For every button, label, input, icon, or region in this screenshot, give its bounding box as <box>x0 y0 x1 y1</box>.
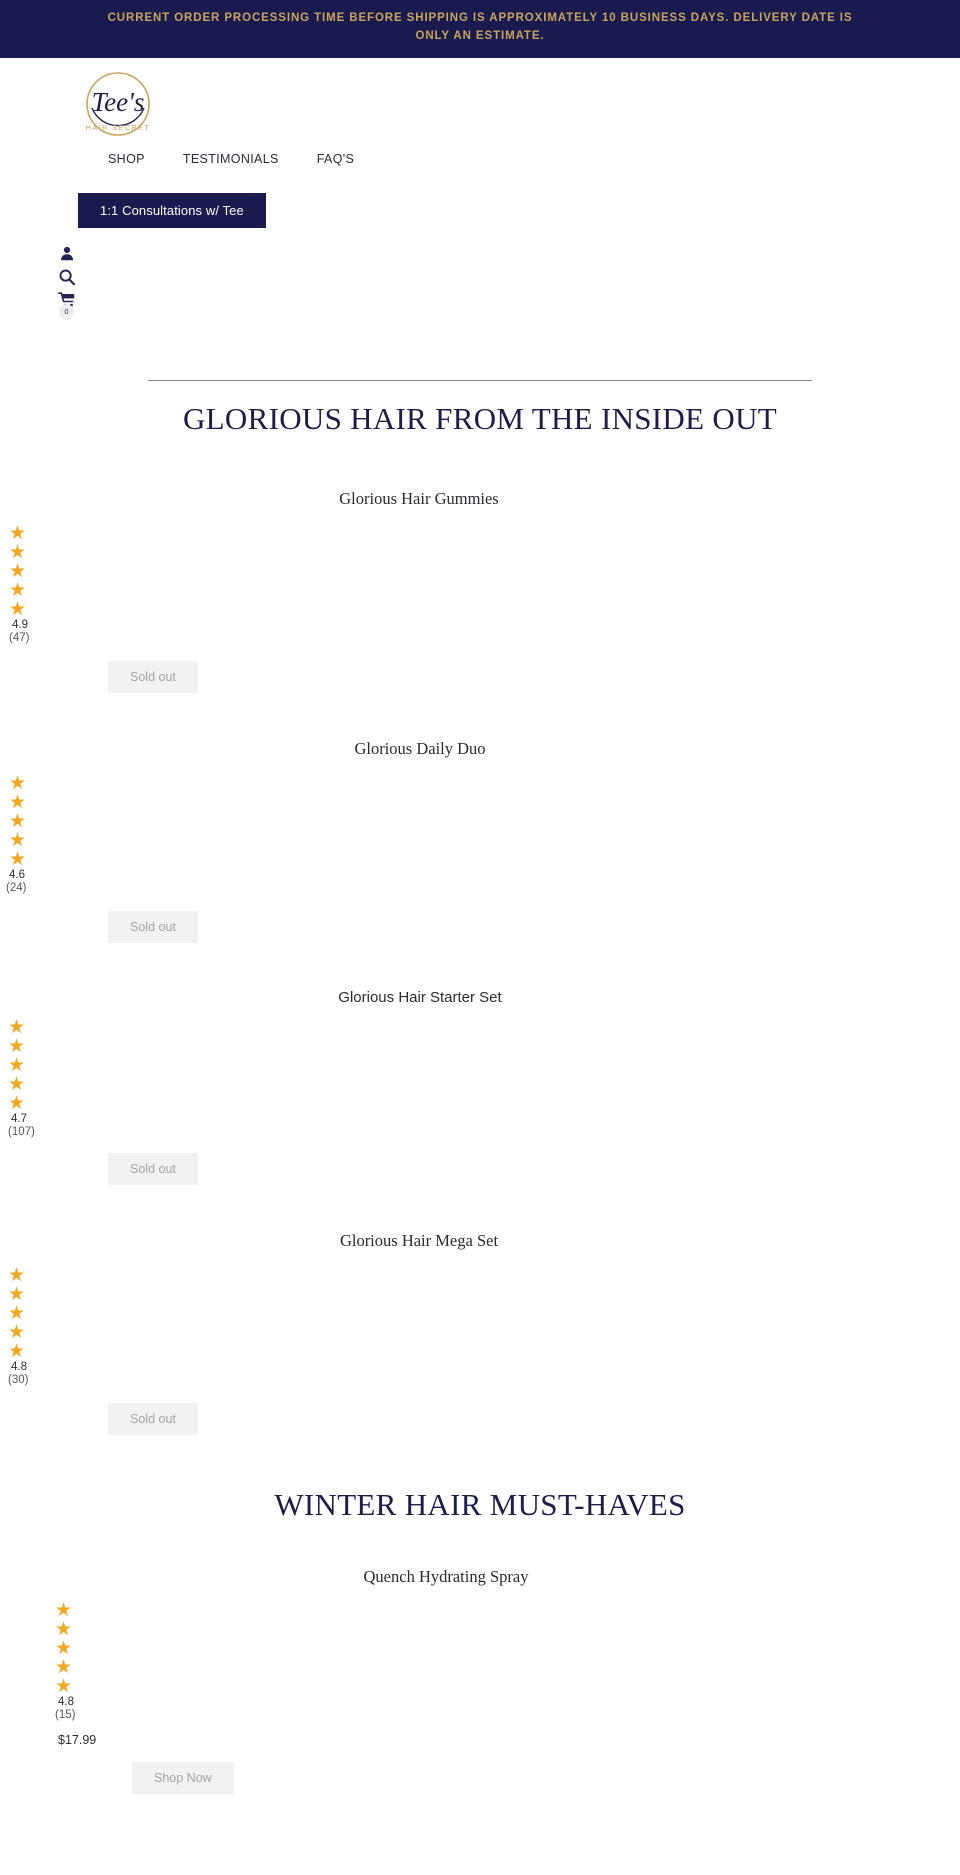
star-icon: ★ <box>8 1054 26 1076</box>
rating-value: 4.6 <box>9 868 25 881</box>
section-title-winter: WINTER HAIR MUST-HAVES <box>274 1486 686 1522</box>
cart-icon[interactable]: 0 <box>58 292 76 319</box>
product-card: Glorious Hair Starter Set ★ ★ ★ ★ ★ 4.7 … <box>0 943 960 1185</box>
rating-stars: ★ ★ ★ ★ ★ <box>0 1587 960 1696</box>
section-glorious-hair: GLORIOUS HAIR FROM THE INSIDE OUT Glorio… <box>0 318 960 1435</box>
review-count: (15) <box>55 1708 76 1721</box>
star-icon: ★ <box>9 772 27 794</box>
svg-text:Tee's: Tee's <box>92 87 145 117</box>
product-card: Glorious Hair Gummies ★ ★ ★ ★ ★ 4.9 (47)… <box>0 437 960 693</box>
site-header: Tee's HAIR SECRET SHOP TESTIMONIALS FAQ'… <box>0 58 960 319</box>
svg-text:HAIR SECRET: HAIR SECRET <box>86 125 151 132</box>
star-icon: ★ <box>8 1073 26 1095</box>
cta-container: 1:1 Consultations w/ Tee <box>0 174 960 228</box>
star-icon: ★ <box>8 1092 26 1114</box>
star-icon: ★ <box>9 829 27 851</box>
header-icon-group: 0 <box>0 228 960 319</box>
sold-out-button[interactable]: Sold out <box>108 910 198 943</box>
site-logo[interactable]: Tee's HAIR SECRET <box>78 64 158 144</box>
review-count: (107) <box>8 1125 35 1138</box>
nav-item-shop[interactable]: SHOP <box>108 152 145 166</box>
product-title: Glorious Daily Duo <box>354 738 486 758</box>
rating-value: 4.9 <box>12 618 28 631</box>
magnifier-icon <box>59 269 76 285</box>
nav-item-testimonials[interactable]: TESTIMONIALS <box>183 152 279 166</box>
star-icon: ★ <box>55 1656 73 1678</box>
star-icon: ★ <box>8 1340 26 1362</box>
announcement-bar: CURRENT ORDER PROCESSING TIME BEFORE SHI… <box>0 0 960 58</box>
person-icon <box>60 246 74 260</box>
product-title: Glorious Hair Gummies <box>339 488 499 508</box>
star-icon: ★ <box>9 791 27 813</box>
rating-stars: ★ ★ ★ ★ ★ <box>0 759 960 869</box>
star-icon: ★ <box>9 579 27 601</box>
buy-row: Sold out <box>0 1387 960 1435</box>
star-icon: ★ <box>8 1264 26 1286</box>
account-icon[interactable] <box>58 244 76 262</box>
star-icon: ★ <box>8 1302 26 1324</box>
review-count: (24) <box>6 881 27 894</box>
star-icon: ★ <box>8 1283 26 1305</box>
buy-row: Sold out <box>0 895 960 943</box>
section-title-glorious-hair: GLORIOUS HAIR FROM THE INSIDE OUT <box>182 400 778 436</box>
rating-stars: ★ ★ ★ ★ ★ <box>0 1006 960 1113</box>
rating-value: 4.8 <box>11 1360 27 1373</box>
star-icon: ★ <box>55 1618 73 1640</box>
product-card: Quench Hydrating Spray ★ ★ ★ ★ ★ 4.8 (15… <box>0 1523 960 1794</box>
shop-now-button[interactable]: Shop Now <box>132 1761 234 1794</box>
review-count: (30) <box>8 1373 29 1386</box>
star-icon: ★ <box>9 810 27 832</box>
review-count: (47) <box>9 631 30 644</box>
buy-row: Sold out <box>0 645 960 693</box>
section-winter-must-haves: WINTER HAIR MUST-HAVES Quench Hydrating … <box>0 1435 960 1794</box>
star-icon: ★ <box>55 1675 73 1697</box>
star-icon: ★ <box>9 560 27 582</box>
consultations-button[interactable]: 1:1 Consultations w/ Tee <box>78 192 266 228</box>
main-nav: SHOP TESTIMONIALS FAQ'S <box>0 144 960 174</box>
star-icon: ★ <box>8 1321 26 1343</box>
star-icon: ★ <box>8 1035 26 1057</box>
product-title: Glorious Hair Mega Set <box>339 1230 499 1250</box>
sold-out-button[interactable]: Sold out <box>108 660 198 693</box>
star-icon: ★ <box>9 541 27 563</box>
star-icon: ★ <box>55 1599 73 1621</box>
sold-out-button[interactable]: Sold out <box>108 1152 198 1185</box>
star-icon: ★ <box>55 1637 73 1659</box>
rating-stars: ★ ★ ★ ★ ★ <box>0 509 960 619</box>
product-card: Glorious Hair Mega Set ★ ★ ★ ★ ★ 4.8 (30… <box>0 1185 960 1435</box>
buy-row: Sold out <box>0 1139 960 1185</box>
logo-mark: Tee's HAIR SECRET <box>86 71 151 136</box>
buy-row: Shop Now <box>0 1748 960 1794</box>
sold-out-button[interactable]: Sold out <box>108 1402 198 1435</box>
nav-item-faqs[interactable]: FAQ'S <box>317 152 354 166</box>
cart-count-badge: 0 <box>59 303 74 319</box>
product-title: Quench Hydrating Spray <box>363 1566 529 1586</box>
product-card: Glorious Daily Duo ★ ★ ★ ★ ★ 4.6 (24) So… <box>0 693 960 943</box>
search-icon[interactable] <box>58 268 76 286</box>
product-price: $17.99 <box>58 1732 97 1747</box>
star-icon: ★ <box>9 598 27 620</box>
product-title: Glorious Hair Starter Set <box>338 988 502 1006</box>
rating-value: 4.7 <box>11 1112 27 1125</box>
logo-container: Tee's HAIR SECRET <box>0 58 960 144</box>
star-icon: ★ <box>9 522 27 544</box>
rating-value: 4.8 <box>58 1695 74 1708</box>
announcement-text: CURRENT ORDER PROCESSING TIME BEFORE SHI… <box>107 12 853 42</box>
star-icon: ★ <box>9 848 27 870</box>
star-icon: ★ <box>8 1016 26 1038</box>
rating-stars: ★ ★ ★ ★ ★ <box>0 1251 960 1361</box>
